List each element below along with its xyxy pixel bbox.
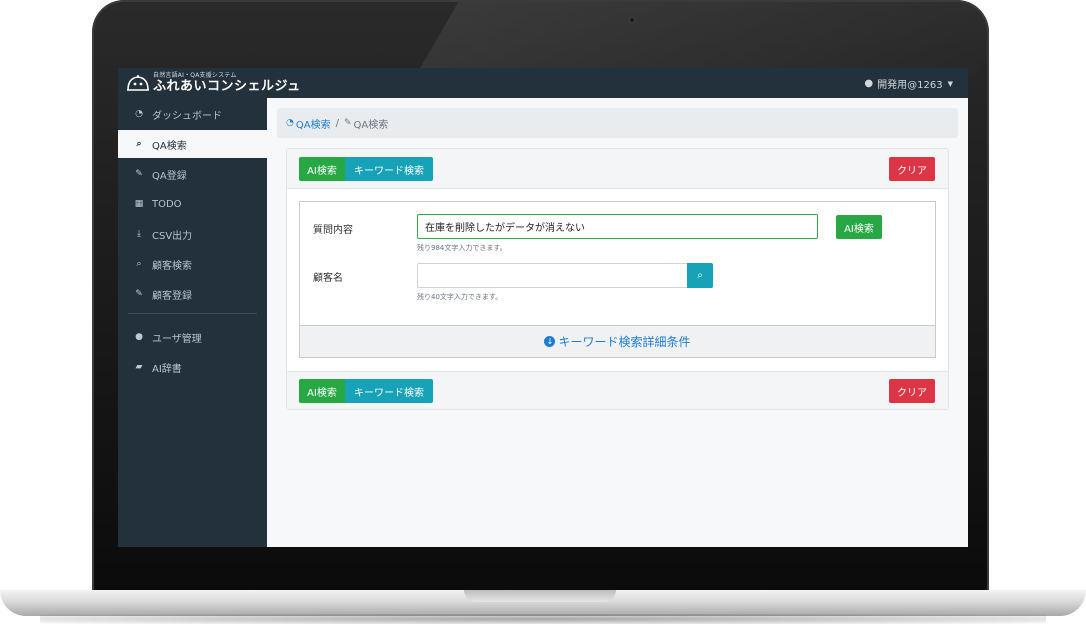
tab-keyword-search[interactable]: キーワード検索	[345, 157, 433, 181]
sidebar-item-label: ダッシュボード	[152, 110, 222, 122]
search-icon: ⌕	[136, 259, 142, 269]
sidebar-item-label: 顧客検索	[152, 260, 192, 272]
breadcrumb-current: QA検索	[353, 119, 389, 131]
dashboard-icon: ◔	[135, 109, 143, 119]
ai-search-button[interactable]: AI検索	[836, 215, 882, 239]
laptop-shadow	[40, 614, 1046, 624]
sidebar-item-label: ユーザ管理	[152, 333, 202, 345]
sidebar-item-customer-search[interactable]: ⌕ 顧客検索	[118, 250, 267, 278]
user-name: 開発用@1263	[877, 80, 943, 91]
customer-search-button[interactable]: ⌕	[687, 263, 713, 288]
arrow-circle-down-icon: ↓	[544, 336, 556, 347]
keyword-advanced-toggle[interactable]: ↓ キーワード検索詳細条件	[300, 325, 935, 357]
clear-button[interactable]: クリア	[889, 157, 935, 181]
brand[interactable]: 自然言語AI・QA支援システム ふれあいコンシェルジュ	[126, 71, 301, 95]
user-icon: ●	[135, 332, 143, 342]
clear-button-bottom[interactable]: クリア	[889, 379, 935, 403]
sidebar-item-user-management[interactable]: ● ユーザ管理	[118, 323, 267, 351]
dashboard-icon: ◔	[286, 118, 294, 128]
question-input[interactable]: 在庫を削除したがデータが消えない	[417, 214, 818, 239]
question-label: 質問内容	[313, 225, 353, 236]
sidebar-item-dashboard[interactable]: ◔ ダッシュボード	[118, 100, 267, 128]
sidebar-item-qa-register[interactable]: ✎ QA登録	[118, 160, 267, 188]
search-icon: ⌕	[136, 139, 142, 149]
sidebar-item-label: TODO	[152, 198, 182, 210]
customer-hint: 残り40文字入力できます。	[417, 293, 503, 301]
top-navbar: 自然言語AI・QA支援システム ふれあいコンシェルジュ ● 開発用@1263 ▼	[118, 68, 968, 98]
camera-icon	[628, 16, 636, 24]
brand-name: ふれあいコンシェルジュ	[153, 79, 301, 94]
breadcrumb: ◔ QA検索 / ✎ QA検索	[277, 108, 958, 138]
app-screen: 自然言語AI・QA支援システム ふれあいコンシェルジュ ● 開発用@1263 ▼…	[118, 68, 968, 547]
question-hint: 残り984文字入力できます。	[417, 244, 507, 252]
edit-icon: ✎	[135, 169, 143, 179]
user-icon: ●	[864, 78, 874, 89]
sidebar: ◔ ダッシュボード ⌕ QA検索 ✎ QA登録 ▦ TODO ⤓ CSV出力 ⌕…	[118, 98, 267, 547]
customer-input[interactable]	[417, 263, 688, 288]
caret-down-icon: ▼	[947, 79, 953, 88]
concierge-logo-icon	[126, 74, 150, 92]
sidebar-item-customer-register[interactable]: ✎ 顧客登録	[118, 280, 267, 308]
search-icon: ⌕	[697, 270, 703, 281]
breadcrumb-home[interactable]: QA検索	[296, 116, 331, 131]
customer-label: 顧客名	[313, 273, 343, 284]
sidebar-item-ai-dictionary[interactable]: ▰ AI辞書	[118, 353, 267, 381]
tab-keyword-search-bottom[interactable]: キーワード検索	[345, 379, 433, 403]
sidebar-item-label: CSV出力	[152, 230, 193, 242]
card-header: AI検索 キーワード検索 クリア	[287, 149, 948, 189]
book-icon: ▰	[135, 362, 143, 372]
tab-ai-search-bottom[interactable]: AI検索	[299, 379, 345, 403]
sidebar-item-label: QA検索	[152, 140, 187, 152]
breadcrumb-separator: /	[335, 117, 339, 129]
laptop-base	[0, 590, 1086, 616]
search-card: AI検索 キーワード検索 クリア 質問内容 在庫を削除したがデータが消えない A…	[286, 148, 949, 410]
download-icon: ⤓	[137, 229, 141, 239]
sidebar-item-qa-search[interactable]: ⌕ QA検索	[118, 130, 267, 158]
tab-ai-search[interactable]: AI検索	[299, 157, 345, 181]
sidebar-item-label: AI辞書	[152, 363, 182, 375]
calendar-icon: ▦	[134, 199, 144, 209]
keyword-advanced-label: キーワード検索詳細条件	[558, 335, 691, 349]
sidebar-item-todo[interactable]: ▦ TODO	[118, 190, 267, 218]
user-menu[interactable]: ● 開発用@1263 ▼	[864, 76, 953, 91]
edit-icon: ✎	[135, 289, 143, 299]
laptop-notch	[464, 590, 616, 602]
search-form-panel: 質問内容 在庫を削除したがデータが消えない AI検索 残り984文字入力できます…	[299, 201, 936, 358]
main-content: ◔ QA検索 / ✎ QA検索 AI検索 キーワード検索 クリア 質問内容 在庫…	[267, 98, 968, 547]
sidebar-item-label: 顧客登録	[152, 290, 192, 302]
edit-icon: ✎	[343, 118, 352, 128]
sidebar-divider	[128, 313, 257, 314]
sidebar-item-csv-export[interactable]: ⤓ CSV出力	[118, 220, 267, 248]
sidebar-item-label: QA登録	[152, 170, 187, 182]
card-footer: AI検索 キーワード検索 クリア	[287, 371, 948, 409]
